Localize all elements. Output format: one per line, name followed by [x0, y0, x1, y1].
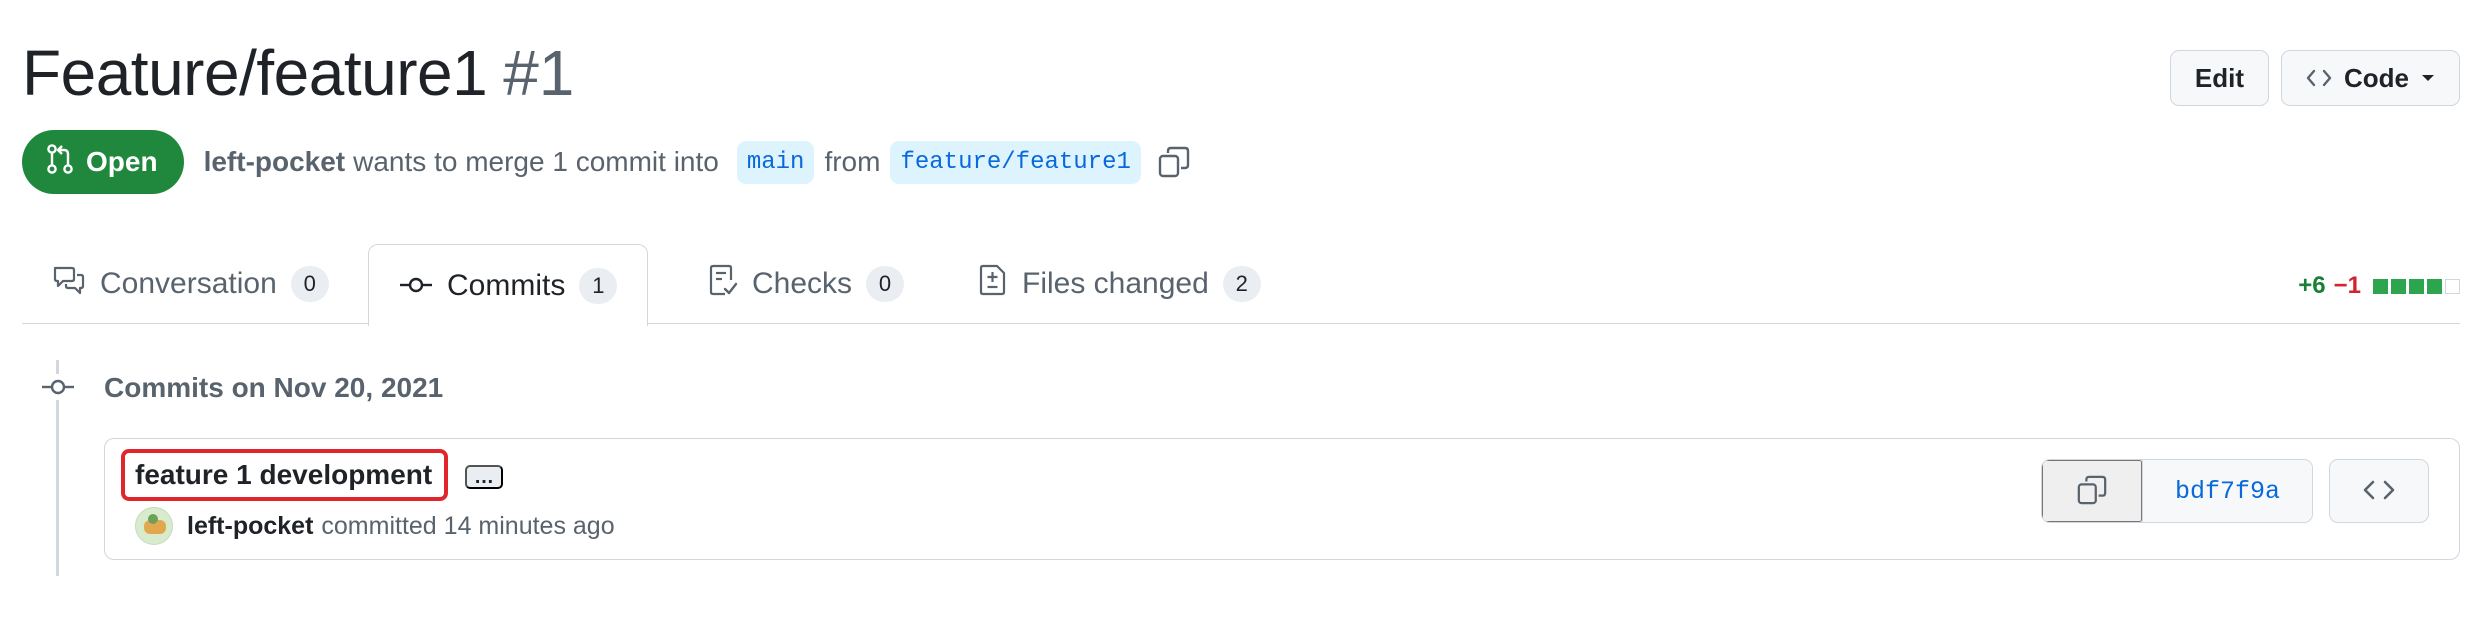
- avatar[interactable]: [135, 507, 173, 545]
- copy-sha-button[interactable]: [2041, 460, 2142, 522]
- commit-author-link[interactable]: left-pocket: [187, 512, 313, 541]
- tab-conversation[interactable]: Conversation 0: [22, 244, 359, 324]
- tab-label: Conversation: [100, 267, 277, 300]
- diffstat-block: [2391, 278, 2406, 294]
- code-icon: [2362, 479, 2396, 504]
- commit-message-link[interactable]: feature 1 development: [135, 459, 432, 490]
- tab-label: Checks: [752, 267, 853, 300]
- tab-counter: 0: [290, 266, 329, 302]
- state-badge: Open: [22, 130, 184, 194]
- checklist-icon: [708, 263, 738, 305]
- copy-icon: [2076, 474, 2108, 509]
- header-actions: Edit Code: [2169, 50, 2460, 106]
- code-button-label: Code: [2344, 62, 2409, 93]
- code-button[interactable]: Code: [2281, 50, 2460, 106]
- tab-counter: 1: [579, 267, 618, 304]
- pr-author-link[interactable]: left-pocket: [204, 146, 346, 178]
- pr-meta: Open left-pocket wants to merge 1 commit…: [22, 130, 1191, 194]
- triangle-down-icon: [2421, 73, 2435, 83]
- commit-sha-link[interactable]: bdf7f9a: [2141, 460, 2312, 522]
- commit-actions: bdf7f9a: [2040, 459, 2429, 523]
- git-commit-icon: [38, 374, 78, 400]
- git-pull-request-icon: [46, 143, 74, 182]
- comment-discussion-icon: [52, 265, 86, 303]
- git-commit-icon: [399, 269, 433, 303]
- pr-title-row: Feature/feature1 #1: [22, 36, 574, 110]
- expand-commit-body-button[interactable]: …: [465, 465, 503, 489]
- edit-button-label: Edit: [2194, 62, 2244, 93]
- tab-checks[interactable]: Checks 0: [678, 244, 934, 324]
- highlighted-commit-title: feature 1 development: [121, 449, 449, 501]
- state-label: Open: [86, 146, 158, 177]
- pr-tabs: Conversation 0 Commits 1 Checks 0 Files …: [22, 244, 2460, 326]
- copy-icon[interactable]: [1157, 145, 1191, 179]
- merge-text: wants to merge 1 commit into: [353, 146, 719, 177]
- tab-label: Commits: [447, 268, 566, 302]
- commit-meta: left-pocket committed 14 minutes ago: [135, 507, 615, 545]
- pr-title: Feature/feature1: [22, 37, 488, 109]
- browse-repository-button[interactable]: [2329, 459, 2429, 523]
- edit-button[interactable]: Edit: [2169, 50, 2269, 106]
- head-branch-link[interactable]: feature/feature1: [890, 140, 1141, 184]
- tab-counter: 2: [1222, 266, 1261, 302]
- tab-files-changed[interactable]: Files changed 2: [948, 244, 1291, 324]
- tab-counter: 0: [866, 266, 905, 302]
- commit-group-heading: Commits on Nov 20, 2021: [104, 372, 444, 403]
- sha-button-group: bdf7f9a: [2040, 459, 2313, 523]
- merge-description: left-pocket wants to merge 1 commit into…: [204, 140, 1191, 184]
- diff-deletions: −1: [2333, 272, 2361, 299]
- pr-number: #1: [503, 37, 575, 109]
- diffstat: +6 −1: [2298, 272, 2460, 300]
- tab-label: Files changed: [1022, 267, 1209, 300]
- commit-list-item: feature 1 development … left-pocket comm…: [104, 438, 2460, 560]
- tab-commits[interactable]: Commits 1: [368, 244, 649, 326]
- file-diff-icon: [978, 263, 1008, 305]
- diffstat-block: [2409, 278, 2424, 294]
- diffstat-block: [2445, 278, 2460, 294]
- diffstat-block: [2373, 278, 2388, 294]
- diffstat-blocks: [2373, 278, 2460, 294]
- diff-additions: +6: [2298, 272, 2326, 299]
- code-icon: [2306, 68, 2332, 88]
- diffstat-block: [2427, 278, 2442, 294]
- base-branch-link[interactable]: main: [736, 140, 815, 184]
- from-text: from: [824, 146, 881, 177]
- commit-time: committed 14 minutes ago: [321, 511, 615, 540]
